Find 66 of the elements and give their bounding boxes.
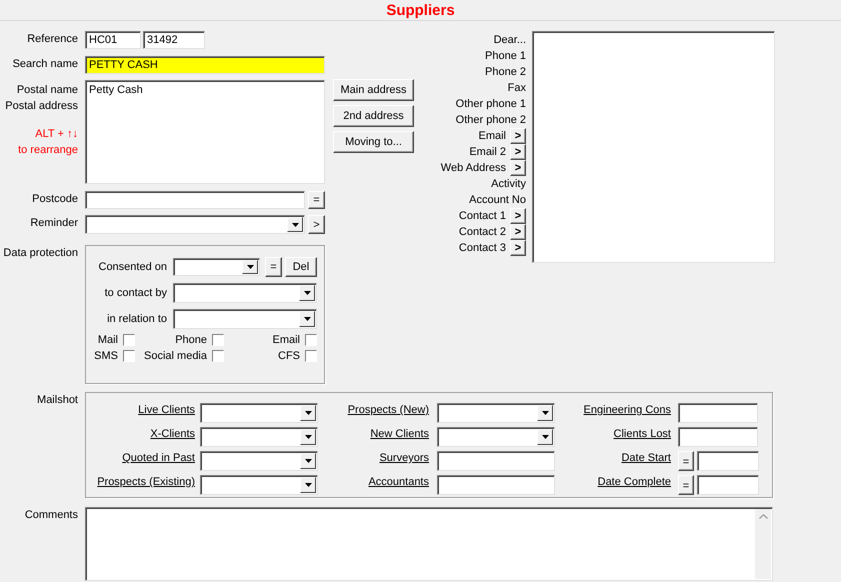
field-label: Email 2	[469, 146, 506, 158]
field-label: in relation to	[106, 313, 167, 325]
today-button[interactable]: =	[678, 475, 694, 495]
mailshot-link[interactable]: Date Start	[563, 451, 678, 464]
field-label: Mailshot	[36, 393, 78, 408]
mailshot-link[interactable]: Prospects (New)	[323, 403, 437, 416]
field-label: Contact 3	[458, 242, 506, 254]
field-label: Reminder	[29, 216, 78, 229]
field-label: Phone 1	[485, 50, 526, 62]
checkbox-label: Phone	[175, 334, 207, 346]
go-button[interactable]: >	[510, 208, 526, 224]
text-field[interactable]: 31492	[143, 31, 205, 49]
hint-text: to rearrange	[17, 143, 78, 158]
field-label: Web Address	[440, 162, 506, 174]
today-button[interactable]: =	[678, 451, 694, 471]
go-button[interactable]: >	[510, 240, 526, 256]
field-label: to contact by	[104, 287, 167, 299]
mailshot-link[interactable]: X-Clients	[86, 427, 200, 440]
go-button[interactable]: >	[510, 160, 526, 176]
go-button[interactable]: >	[510, 224, 526, 240]
field-label: Fax	[508, 82, 526, 94]
address-button[interactable]: Main address	[333, 79, 414, 101]
checkbox-label: Email	[272, 334, 300, 346]
field-label: Activity	[491, 178, 526, 190]
delete-button[interactable]: Del	[285, 257, 317, 277]
mailshot-link[interactable]: Engineering Cons	[563, 403, 678, 416]
postal-address-field[interactable]: Petty Cash	[85, 80, 325, 184]
text-field[interactable]: HC01	[85, 31, 141, 49]
field-label: Phone 2	[485, 66, 526, 78]
field-label: Comments	[24, 508, 78, 523]
today-button[interactable]: =	[265, 257, 282, 277]
checkbox-label: Social media	[144, 350, 207, 362]
go-button[interactable]: >	[510, 144, 526, 160]
field-label: Contact 1	[458, 210, 506, 222]
lookup-button[interactable]: =	[308, 191, 325, 209]
go-button[interactable]: >	[308, 215, 325, 234]
mailshot-link[interactable]: New Clients	[323, 427, 437, 440]
checkbox-label: CFS	[278, 350, 300, 362]
field-label: Other phone 2	[456, 114, 526, 126]
field-label: Other phone 1	[456, 98, 526, 110]
go-button[interactable]: >	[510, 128, 526, 144]
field-label: Consented on	[98, 261, 167, 273]
field-label: Postal name	[16, 83, 78, 98]
hint-text: ALT + ↑↓	[34, 127, 78, 142]
mailshot-link[interactable]: Quoted in Past	[86, 451, 200, 464]
search-name-field[interactable]: PETTY CASH	[85, 56, 325, 74]
mailshot-link[interactable]: Clients Lost	[563, 427, 678, 440]
field-label: Reference	[26, 32, 78, 45]
field-label: Email	[478, 130, 506, 142]
field-label: Dear...	[494, 34, 526, 46]
mailshot-link[interactable]: Accountants	[323, 475, 437, 488]
checkbox-label: Mail	[98, 334, 118, 346]
field-label: Contact 2	[458, 226, 506, 238]
field-label: Postcode	[31, 192, 78, 205]
field-label: Postal address	[4, 99, 78, 114]
mailshot-link[interactable]: Surveyors	[323, 451, 437, 464]
mailshot-link[interactable]: Live Clients	[86, 403, 200, 416]
mailshot-link[interactable]: Prospects (Existing)	[86, 475, 200, 488]
field-label: Account No	[469, 194, 526, 206]
field-label: Data protection	[2, 246, 78, 259]
address-button[interactable]: 2nd address	[333, 105, 414, 127]
mailshot-link[interactable]: Date Complete	[563, 475, 678, 488]
field-label: Search name	[12, 57, 78, 70]
address-button[interactable]: Moving to...	[333, 131, 414, 153]
window-title: Suppliers	[386, 2, 455, 18]
checkbox-label: SMS	[94, 350, 118, 362]
